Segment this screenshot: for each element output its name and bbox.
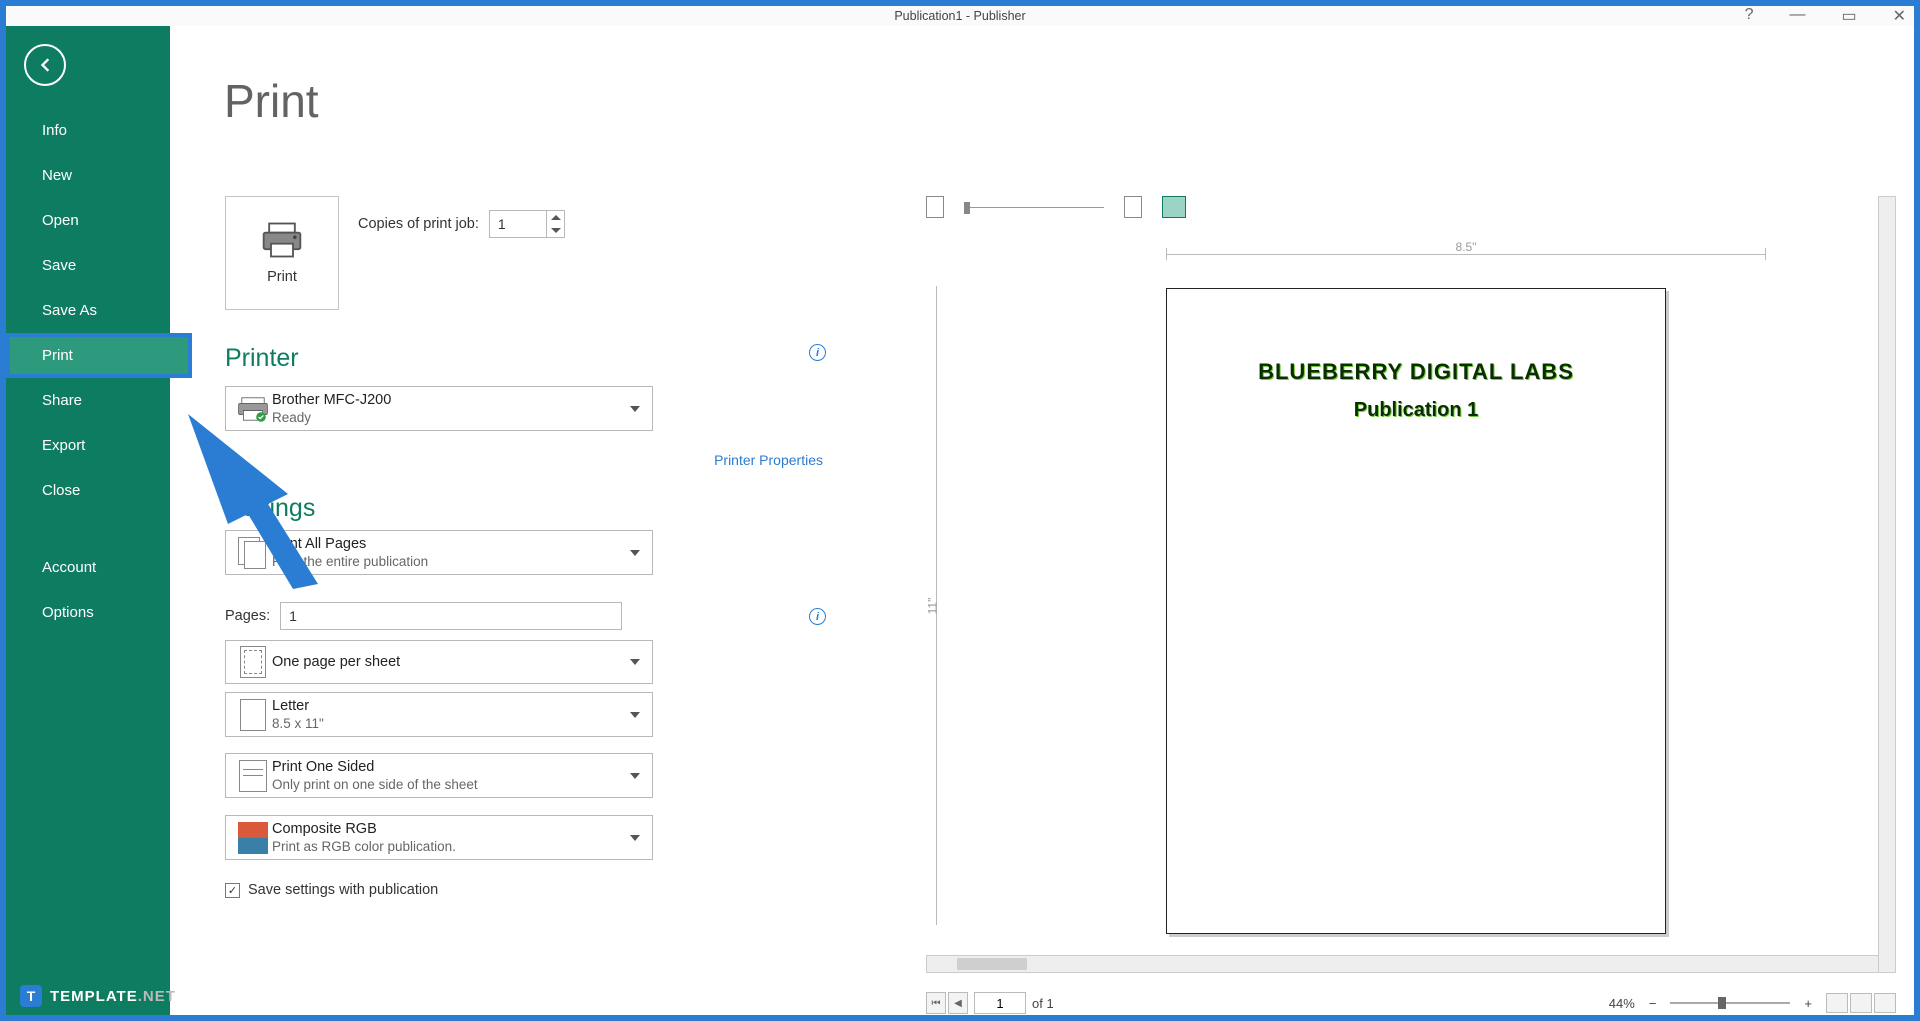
info-icon[interactable]: i [809, 344, 826, 361]
color-swatch-icon [234, 822, 272, 854]
back-button[interactable] [24, 44, 66, 86]
help-icon[interactable]: ? [1745, 6, 1754, 26]
print-preview: 8.5" 11" BLUEBERRY DIGITAL LABS Publicat… [926, 196, 1896, 995]
template-watermark: T TEMPLATE.NET [20, 985, 176, 1007]
sidebar-item-export[interactable]: Export [6, 423, 170, 468]
titlebar: Publication1 - Publisher ? — ▭ ✕ [6, 6, 1914, 26]
close-icon[interactable]: ✕ [1893, 6, 1906, 26]
minimize-icon[interactable]: — [1789, 6, 1805, 26]
chevron-down-icon [630, 659, 640, 665]
view-multi-icon[interactable] [1850, 993, 1872, 1013]
zoom-slider[interactable] [1670, 1002, 1790, 1004]
duplex-icon [234, 760, 272, 792]
sidebar-item-options[interactable]: Options [6, 590, 170, 635]
info-icon[interactable]: i [809, 608, 826, 625]
spinner-icon[interactable] [546, 211, 564, 237]
sidebar-item-account[interactable]: Account [6, 545, 170, 590]
page-nav-last-icon[interactable] [1124, 196, 1142, 218]
doc-subheading: Publication 1 [1167, 399, 1665, 422]
sidebar-item-new[interactable]: New [6, 153, 170, 198]
print-button-label: Print [267, 269, 297, 285]
preview-footer: ⏮ ◀ 1 of 1 44% − + [926, 989, 1896, 1017]
pages-label: Pages: [225, 608, 270, 624]
sidebar-item-open[interactable]: Open [6, 198, 170, 243]
brand-icon: T [20, 985, 42, 1007]
pages-per-sheet-selector[interactable]: One page per sheet [225, 640, 653, 684]
sidebar-item-close[interactable]: Close [6, 468, 170, 513]
zoom-in-button[interactable]: + [1804, 996, 1812, 1011]
first-page-button[interactable]: ⏮ [926, 992, 946, 1014]
ruler-horizontal: 8.5" [1166, 244, 1766, 264]
view-fit-icon[interactable] [1874, 993, 1896, 1013]
chevron-down-icon [630, 835, 640, 841]
window-title: Publication1 - Publisher [894, 9, 1025, 23]
sheet-icon [234, 646, 272, 678]
page-slider[interactable] [964, 207, 1104, 208]
page-title: Print [224, 74, 1914, 128]
fit-page-icon[interactable] [1162, 196, 1186, 218]
chevron-down-icon [630, 550, 640, 556]
sidebar-item-print[interactable]: Print [6, 333, 192, 378]
backstage-sidebar: Info New Open Save Save As Print Share E… [6, 26, 170, 1015]
page-icon [234, 699, 272, 731]
vertical-scrollbar[interactable] [1878, 196, 1896, 973]
content-area: Print Print Copies of print job: 1 Print… [170, 26, 1914, 1015]
preview-page: BLUEBERRY DIGITAL LABS Publication 1 [1166, 288, 1666, 934]
sidebar-item-saveas[interactable]: Save As [6, 288, 170, 333]
save-settings-checkbox[interactable]: ✓ [225, 883, 240, 898]
paper-size-selector[interactable]: Letter 8.5 x 11" [225, 692, 653, 737]
chevron-down-icon [630, 712, 640, 718]
view-single-icon[interactable] [1826, 993, 1848, 1013]
prev-page-button[interactable]: ◀ [948, 992, 968, 1014]
zoom-out-button[interactable]: − [1649, 996, 1657, 1011]
sidebar-item-save[interactable]: Save [6, 243, 170, 288]
sidebar-item-share[interactable]: Share [6, 378, 170, 423]
print-button[interactable]: Print [225, 196, 339, 310]
sidebar-item-info[interactable]: Info [6, 108, 170, 153]
printer-section-title: Printer [225, 344, 299, 373]
save-settings-label: Save settings with publication [248, 882, 438, 898]
current-page-input[interactable]: 1 [974, 992, 1026, 1014]
printer-icon [260, 221, 304, 259]
chevron-down-icon [630, 406, 640, 412]
ruler-vertical: 11" [926, 286, 946, 925]
horizontal-scrollbar[interactable] [926, 955, 1880, 973]
copies-label: Copies of print job: [358, 216, 479, 232]
chevron-down-icon [630, 773, 640, 779]
maximize-icon[interactable]: ▭ [1841, 6, 1856, 26]
doc-heading: BLUEBERRY DIGITAL LABS [1167, 359, 1665, 385]
page-nav-first-icon[interactable] [926, 196, 944, 218]
color-mode-selector[interactable]: Composite RGB Print as RGB color publica… [225, 815, 653, 860]
page-total: of 1 [1032, 996, 1054, 1011]
zoom-value: 44% [1609, 996, 1635, 1011]
annotation-arrow [178, 404, 378, 609]
duplex-selector[interactable]: Print One Sided Only print on one side o… [225, 753, 653, 798]
copies-spinner[interactable]: 1 [489, 210, 565, 238]
